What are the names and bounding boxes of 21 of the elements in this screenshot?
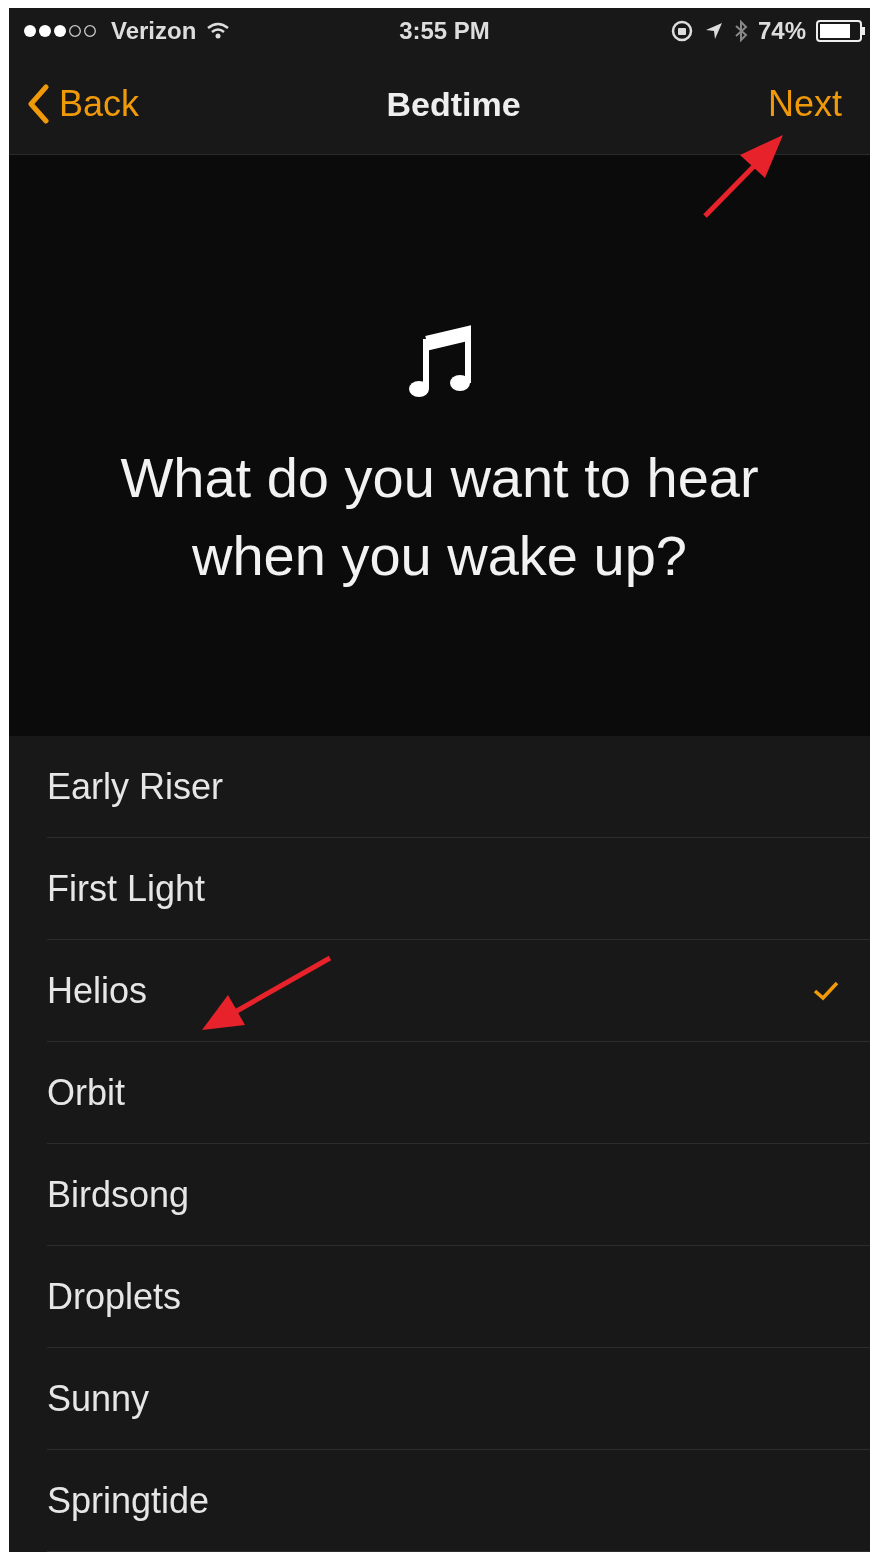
sound-option[interactable]: First Light [47, 838, 870, 940]
sound-option[interactable]: Birdsong [47, 1144, 870, 1246]
battery-percent: 74% [757, 17, 806, 46]
music-note-icon [407, 325, 472, 400]
sound-option[interactable]: Sunny [47, 1348, 870, 1450]
status-time: 3:55 PM [399, 17, 490, 46]
carrier-name: Verizon [111, 17, 197, 46]
chevron-left-icon [27, 84, 49, 125]
checkmark-icon [812, 979, 840, 1002]
sound-option[interactable]: Droplets [47, 1246, 870, 1348]
nav-title: Bedtime [386, 84, 521, 124]
sound-option[interactable]: Early Riser [47, 736, 870, 838]
next-button[interactable]: Next [767, 83, 842, 126]
rotation-lock-icon [669, 19, 694, 44]
sound-option[interactable]: Springtide [47, 1450, 870, 1552]
sound-option[interactable]: Orbit [47, 1042, 870, 1144]
back-button[interactable]: Back [27, 83, 140, 126]
bluetooth-icon [733, 19, 748, 44]
wifi-icon [206, 22, 231, 41]
question-text: What do you want to hear when you wake up? [119, 445, 760, 590]
battery-icon [816, 20, 866, 43]
